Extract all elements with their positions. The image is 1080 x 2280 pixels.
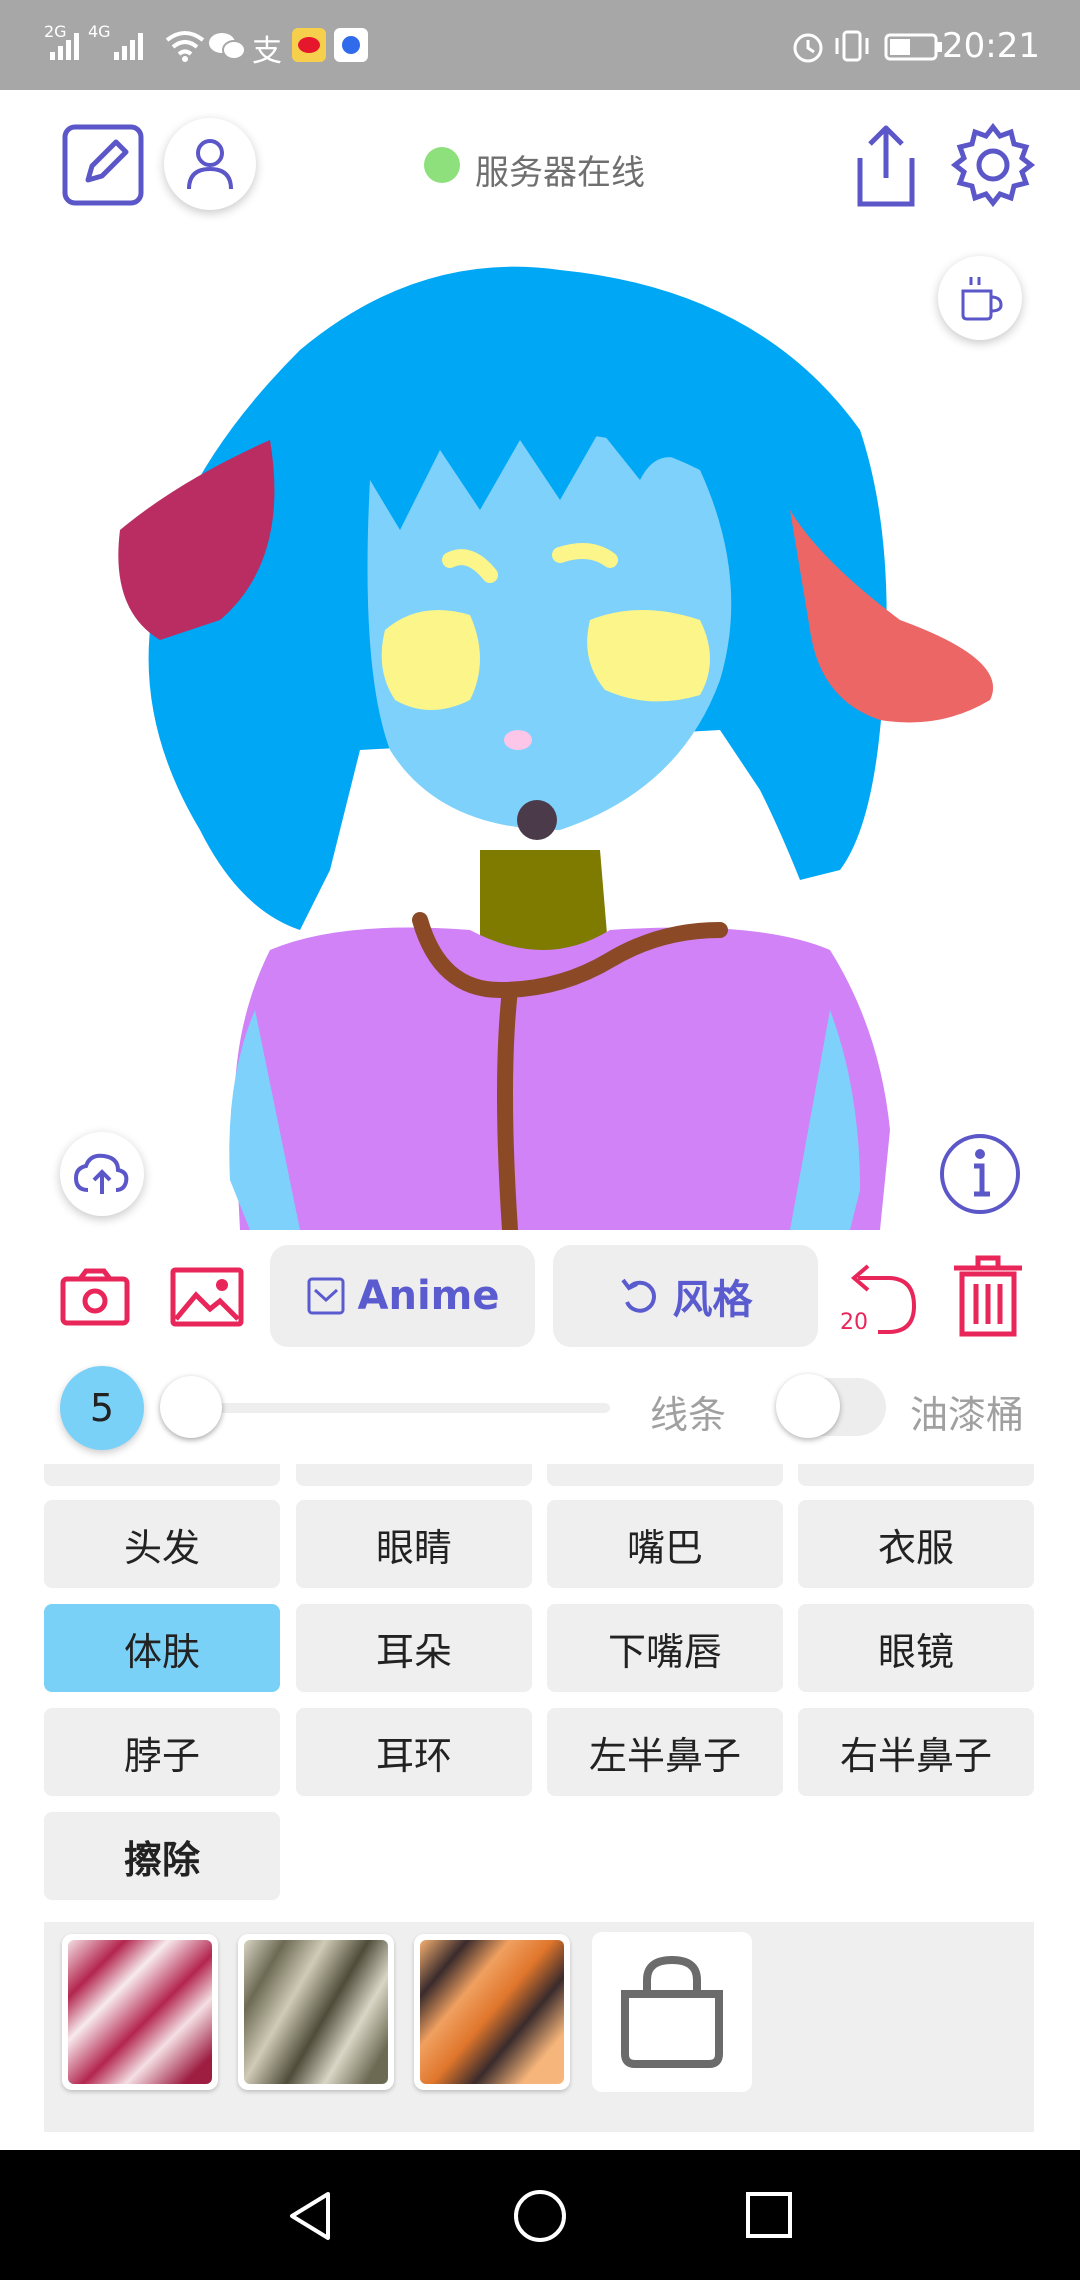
undo-button[interactable]: 20 <box>838 1258 920 1338</box>
share-icon <box>857 125 915 207</box>
status-bar: 2G 4G 支 20:21 <box>0 0 1080 90</box>
edit-button[interactable] <box>60 122 146 208</box>
style-button[interactable]: 风格 <box>553 1245 818 1347</box>
anime-label: Anime <box>357 1273 500 1319</box>
part-hair[interactable]: 头发 <box>44 1500 280 1588</box>
signal-icon-2 <box>114 33 143 60</box>
battery-icon <box>884 33 942 61</box>
drawing-canvas[interactable] <box>0 230 1080 1238</box>
trash-icon <box>954 1255 1022 1337</box>
back-icon[interactable] <box>284 2188 338 2244</box>
refresh-icon <box>620 1278 656 1313</box>
brush-size-value: 5 <box>89 1386 115 1430</box>
part-glasses[interactable]: 眼镜 <box>798 1604 1034 1692</box>
part-eyes[interactable]: 眼睛 <box>296 1500 532 1588</box>
wechat-icon <box>209 33 246 60</box>
brush-size-slider[interactable] <box>190 1403 610 1413</box>
scrolled-row-cell <box>547 1464 783 1486</box>
part-erase[interactable]: 擦除 <box>44 1812 280 1900</box>
share-button[interactable] <box>848 120 924 212</box>
camera-icon <box>60 1268 130 1326</box>
profile-button[interactable] <box>164 118 256 210</box>
style-label: 风格 <box>672 1277 753 1323</box>
coffee-button[interactable] <box>938 256 1022 340</box>
scrolled-row-cell <box>44 1464 280 1486</box>
mail-icon <box>307 1277 345 1315</box>
scrolled-row-cell <box>296 1464 532 1486</box>
part-earrings[interactable]: 耳环 <box>296 1708 532 1796</box>
part-right-nose[interactable]: 右半鼻子 <box>798 1708 1034 1796</box>
undo-count: 20 <box>840 1310 868 1335</box>
baidu-icon <box>334 28 368 62</box>
weibo-icon <box>292 28 326 62</box>
alipay-icon: 支 <box>252 34 282 69</box>
recents-icon[interactable] <box>744 2190 794 2240</box>
line-mode-label: 线条 <box>650 1393 727 1437</box>
brush-size-indicator: 5 <box>60 1366 144 1450</box>
cloud-upload-button[interactable] <box>60 1132 144 1216</box>
user-icon <box>187 139 233 190</box>
navigation-bar <box>0 2150 1080 2280</box>
coffee-icon <box>961 277 1003 321</box>
gear-icon <box>950 122 1036 208</box>
part-neck[interactable]: 脖子 <box>44 1708 280 1796</box>
gallery-button[interactable] <box>170 1262 244 1332</box>
part-clothes[interactable]: 衣服 <box>798 1500 1034 1588</box>
bucket-label: 油漆桶 <box>910 1393 1025 1437</box>
part-mouth[interactable]: 嘴巴 <box>547 1500 783 1588</box>
camera-button[interactable] <box>60 1262 130 1332</box>
part-skin[interactable]: 体肤 <box>44 1604 280 1692</box>
character-drawing <box>118 266 994 1238</box>
image-icon <box>170 1267 244 1327</box>
server-status-dot <box>424 147 460 183</box>
cloud-upload-icon <box>74 1153 129 1194</box>
info-icon <box>940 1134 1020 1214</box>
anime-button[interactable]: Anime <box>270 1245 535 1347</box>
part-left-nose[interactable]: 左半鼻子 <box>547 1708 783 1796</box>
status-time: 20:21 <box>942 26 1040 66</box>
scrolled-row-cell <box>798 1464 1034 1486</box>
part-lower-lip[interactable]: 下嘴唇 <box>547 1604 783 1692</box>
texture-olive[interactable] <box>238 1934 394 2090</box>
delete-button[interactable] <box>950 1254 1026 1338</box>
part-ears[interactable]: 耳朵 <box>296 1604 532 1692</box>
wifi-icon <box>165 31 205 62</box>
vibrate-icon <box>835 30 869 62</box>
info-button[interactable] <box>938 1132 1022 1216</box>
lock-bag-icon <box>621 1955 723 2068</box>
alarm-icon <box>793 33 823 63</box>
texture-orange[interactable] <box>414 1934 570 2090</box>
texture-crimson[interactable] <box>62 1934 218 2090</box>
locked-texture[interactable] <box>592 1932 752 2092</box>
server-status-text: 服务器在线 <box>475 153 645 193</box>
settings-button[interactable] <box>950 122 1036 208</box>
bucket-toggle-thumb[interactable] <box>776 1374 840 1438</box>
edit-icon <box>62 124 144 206</box>
brush-size-slider-thumb[interactable] <box>160 1376 222 1438</box>
home-icon[interactable] <box>512 2188 568 2244</box>
